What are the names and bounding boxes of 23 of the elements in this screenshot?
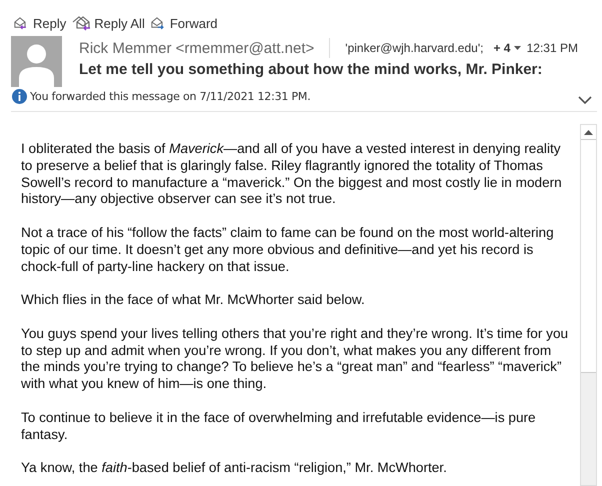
toolbar-button[interactable]: Reply All [72,12,145,34]
scroll-thumb[interactable] [581,140,596,373]
body-paragraph: Ya know, the faith-based belief of anti-racism “religion,” Mr. McWhorter. [21,460,448,477]
avatar-silhouette-icon [11,36,62,87]
recipients[interactable]: 'pinker@wjh.harvard.edu'; [345,41,484,55]
chevron-down-icon[interactable] [578,96,592,104]
body-paragraph: You guys spend your lives telling others that you’re right and they’re wrong. It’s time for you to step up and admit when you’re wrong. If you don’t, what makes you any different from the minds you’re trying to change? To believe he’s a “great man” and “fearless” “maverick” with what you knew of him—is one thing. [21,326,569,393]
sent-time: 12:31 PM [526,41,578,55]
email-subject: Let me tell you something about how the mind works, Mr. Pinker: [79,61,544,78]
body-paragraph: Not a trace of his “follow the facts” claim to fame can be found on the most world-altering topic of our time. It doesn’t get any more obvious and definitive—and yet his record is chock-full of party-line hackery on that issue. [21,224,555,276]
scroll-up-icon[interactable] [584,130,593,134]
body-paragraph: Which flies in the face of what Mr. McWhorter said below. [21,292,366,309]
body-paragraph: To continue to believe it in the face of overwhelming and irrefutable evidence—is pure fantasy. [21,410,537,444]
scrollbar[interactable] [580,124,597,486]
body-paragraph: I obliterated the basis of Maverick—and all of you have a vested interest in denying reality to preserve a belief that is glaringly false. Riley flagrantly ignored the totality of Thomas Sowell’s record to manufacture a “maverick.” On the biggest and most costly lie in modern history—any objective observer can see it’s not true. [21,141,563,208]
more-recipients-button[interactable]: + 4 [483,41,514,55]
info-icon [12,88,27,104]
envelope-arrow-icon [72,15,92,31]
sender-name[interactable]: Rick Memmer <rmemmer@att.net> [79,40,314,56]
dropdown-caret-icon[interactable] [514,46,522,50]
forwarded-notice: You forwarded this message on 7/11/2021 12:31 PM. [30,90,310,102]
toolbar-button[interactable]: Forward [150,12,218,34]
toolbar-button[interactable]: Reply [14,12,66,34]
